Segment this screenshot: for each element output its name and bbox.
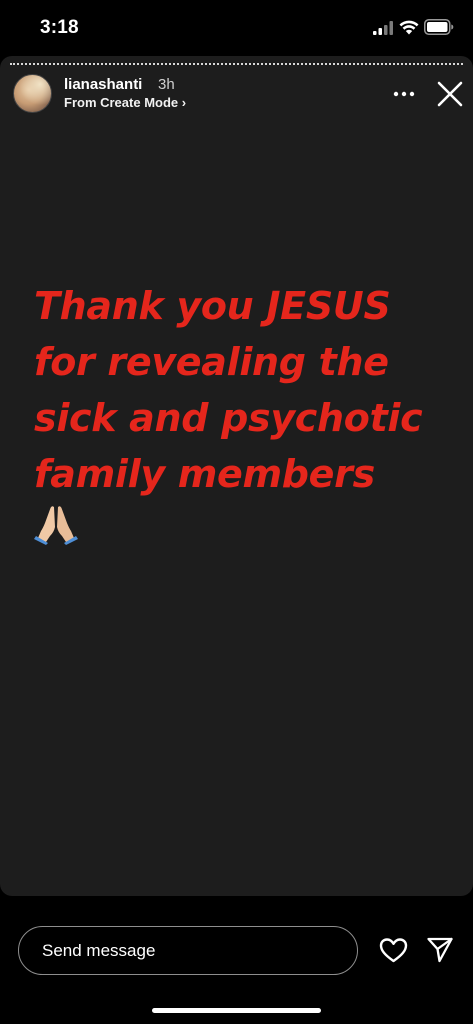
wifi-icon — [399, 19, 419, 35]
send-message-input[interactable] — [18, 926, 358, 975]
paper-plane-icon[interactable] — [426, 936, 454, 964]
battery-icon — [424, 19, 454, 35]
story-text: Thank you JESUS for revealing the sick a… — [34, 284, 423, 496]
story-time-ago: 3h — [158, 76, 175, 93]
story-username[interactable]: lianashanti — [64, 76, 142, 93]
home-indicator[interactable] — [152, 1008, 321, 1013]
create-mode-link[interactable]: From Create Mode › — [64, 95, 186, 110]
status-bar: 3:18 — [0, 0, 473, 56]
cellular-signal-icon — [373, 21, 395, 35]
praying-hands-icon — [34, 501, 78, 545]
status-time: 3:18 — [40, 17, 79, 38]
avatar[interactable] — [13, 74, 52, 113]
close-icon[interactable] — [436, 80, 464, 108]
more-options-icon[interactable] — [392, 82, 416, 106]
heart-icon[interactable] — [379, 936, 408, 965]
story-progress-bar — [10, 63, 463, 65]
